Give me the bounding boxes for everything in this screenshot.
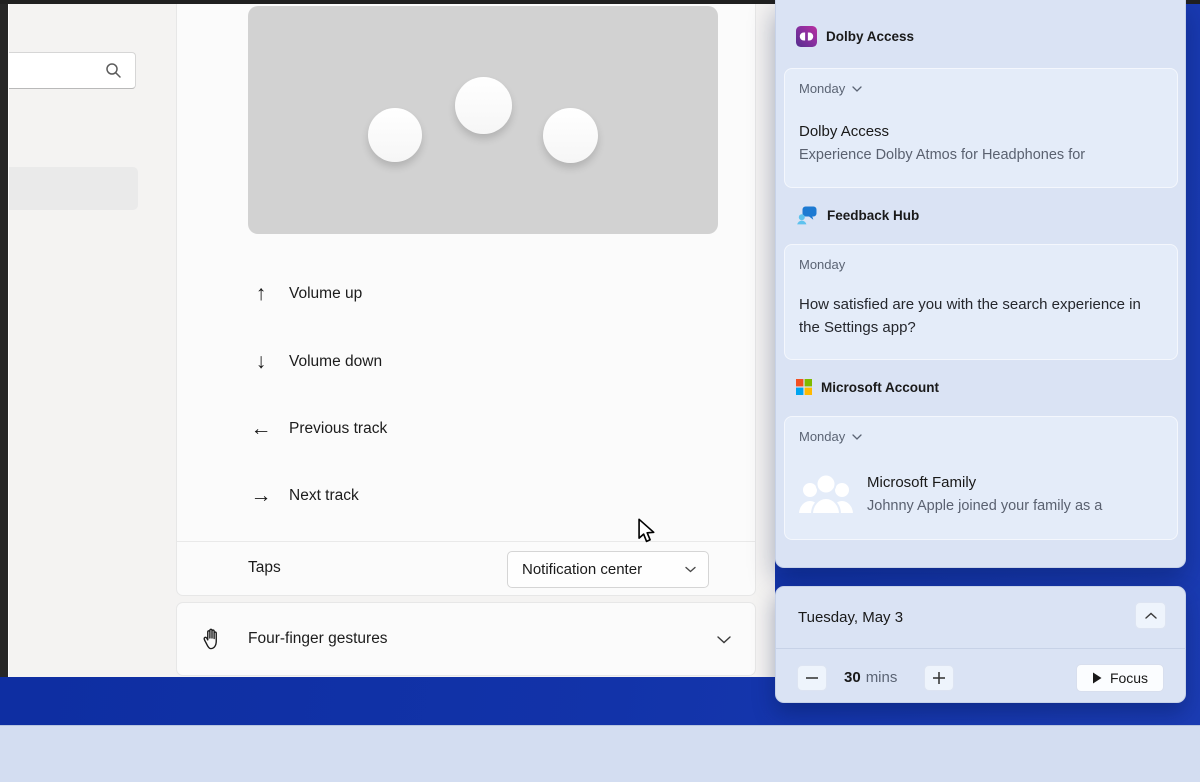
notification-time: Monday	[799, 257, 845, 272]
arrow-right-icon: →	[248, 484, 274, 508]
notification-app-header-microsoft: Microsoft Account	[796, 375, 939, 399]
focus-minutes-number: 30	[844, 669, 861, 686]
focus-start-button[interactable]: Focus	[1076, 664, 1164, 692]
desktop: ↑ Volume up ↓ Volume down ← Previous tra…	[0, 0, 1200, 782]
taskbar: 39	[0, 725, 1200, 782]
notification-title: Dolby Access	[799, 123, 889, 140]
minus-icon	[806, 677, 818, 679]
gesture-label: Volume up	[289, 285, 362, 303]
gesture-label: Volume down	[289, 353, 382, 371]
gesture-row-volume-down: ↓ Volume down	[248, 348, 382, 376]
notification-center-panel: Dolby Access Monday Dolby Access Experie…	[775, 0, 1186, 568]
notification-body: Experience Dolby Atmos for Headphones fo…	[799, 147, 1085, 163]
dolby-access-icon	[796, 26, 817, 47]
arrow-left-icon: ←	[248, 417, 274, 441]
gesture-label: Previous track	[289, 420, 387, 438]
taps-dropdown-value: Notification center	[522, 561, 685, 578]
focus-minutes-increase-button[interactable]	[924, 665, 954, 691]
taps-dropdown[interactable]: Notification center	[507, 551, 709, 588]
chevron-down-icon	[852, 434, 862, 440]
finger-circle	[455, 77, 512, 134]
focus-minutes-value: 30 mins	[844, 669, 897, 686]
arrow-up-icon: ↑	[248, 282, 274, 306]
notification-time[interactable]: Monday	[799, 81, 862, 96]
finger-circle	[368, 108, 422, 162]
gesture-row-previous-track: ← Previous track	[248, 415, 387, 443]
notification-app-name: Microsoft Account	[821, 380, 939, 395]
chevron-down-icon	[685, 566, 696, 573]
notification-card-dolby[interactable]: Monday Dolby Access Experience Dolby Atm…	[784, 68, 1178, 188]
calendar-divider	[776, 648, 1185, 649]
focus-minutes-decrease-button[interactable]	[797, 665, 827, 691]
notification-body: Johnny Apple joined your family as a	[867, 498, 1167, 514]
notification-time-label: Monday	[799, 429, 845, 444]
four-finger-gestures-expander[interactable]: Four-finger gestures	[176, 602, 756, 676]
taps-label: Taps	[248, 559, 281, 577]
notification-time-label: Monday	[799, 81, 845, 96]
taps-row: Taps Notification center	[177, 542, 755, 596]
calendar-flyout: Tuesday, May 3 30 mins Focus	[775, 586, 1186, 703]
notification-time[interactable]: Monday	[799, 429, 862, 444]
focus-button-label: Focus	[1110, 670, 1148, 686]
frame-left-strip	[0, 4, 8, 677]
three-finger-gestures-card: ↑ Volume up ↓ Volume down ← Previous tra…	[176, 4, 756, 596]
notification-card-feedback[interactable]: Monday How satisfied are you with the se…	[784, 244, 1178, 360]
notification-app-name: Feedback Hub	[827, 208, 919, 223]
calendar-date-label: Tuesday, May 3	[798, 609, 903, 626]
microsoft-logo-icon	[796, 379, 812, 395]
four-finger-gestures-label: Four-finger gestures	[248, 630, 717, 648]
notification-app-name: Dolby Access	[826, 29, 914, 44]
hand-icon	[199, 627, 224, 652]
touchpad-gesture-illustration	[248, 6, 718, 234]
finger-circle	[543, 108, 598, 163]
arrow-down-icon: ↓	[248, 350, 274, 374]
notification-title: How satisfied are you with the search ex…	[799, 293, 1165, 339]
gesture-row-next-track: → Next track	[248, 482, 359, 510]
feedback-hub-icon	[796, 204, 818, 226]
gesture-label: Next track	[289, 487, 359, 505]
search-input[interactable]	[8, 52, 136, 89]
mouse-cursor	[637, 518, 660, 544]
search-icon	[105, 62, 122, 79]
chevron-up-icon	[1145, 612, 1157, 619]
notification-app-header-feedback: Feedback Hub	[796, 203, 919, 227]
notification-card-family[interactable]: Monday Microsoft Family Johnny Apple joi…	[784, 416, 1178, 540]
notification-time-label: Monday	[799, 257, 845, 272]
chevron-down-icon	[852, 86, 862, 92]
calendar-collapse-button[interactable]	[1135, 602, 1166, 629]
settings-window: ↑ Volume up ↓ Volume down ← Previous tra…	[8, 4, 775, 677]
focus-minutes-unit: mins	[866, 669, 898, 686]
chevron-down-icon	[717, 635, 731, 644]
notification-title: Microsoft Family	[867, 474, 976, 491]
sidebar-item-selected[interactable]	[8, 167, 138, 210]
plus-icon	[933, 672, 945, 684]
play-icon	[1092, 672, 1102, 684]
family-people-icon	[797, 469, 855, 519]
gesture-row-volume-up: ↑ Volume up	[248, 280, 362, 308]
notification-app-header-dolby: Dolby Access	[796, 24, 914, 48]
